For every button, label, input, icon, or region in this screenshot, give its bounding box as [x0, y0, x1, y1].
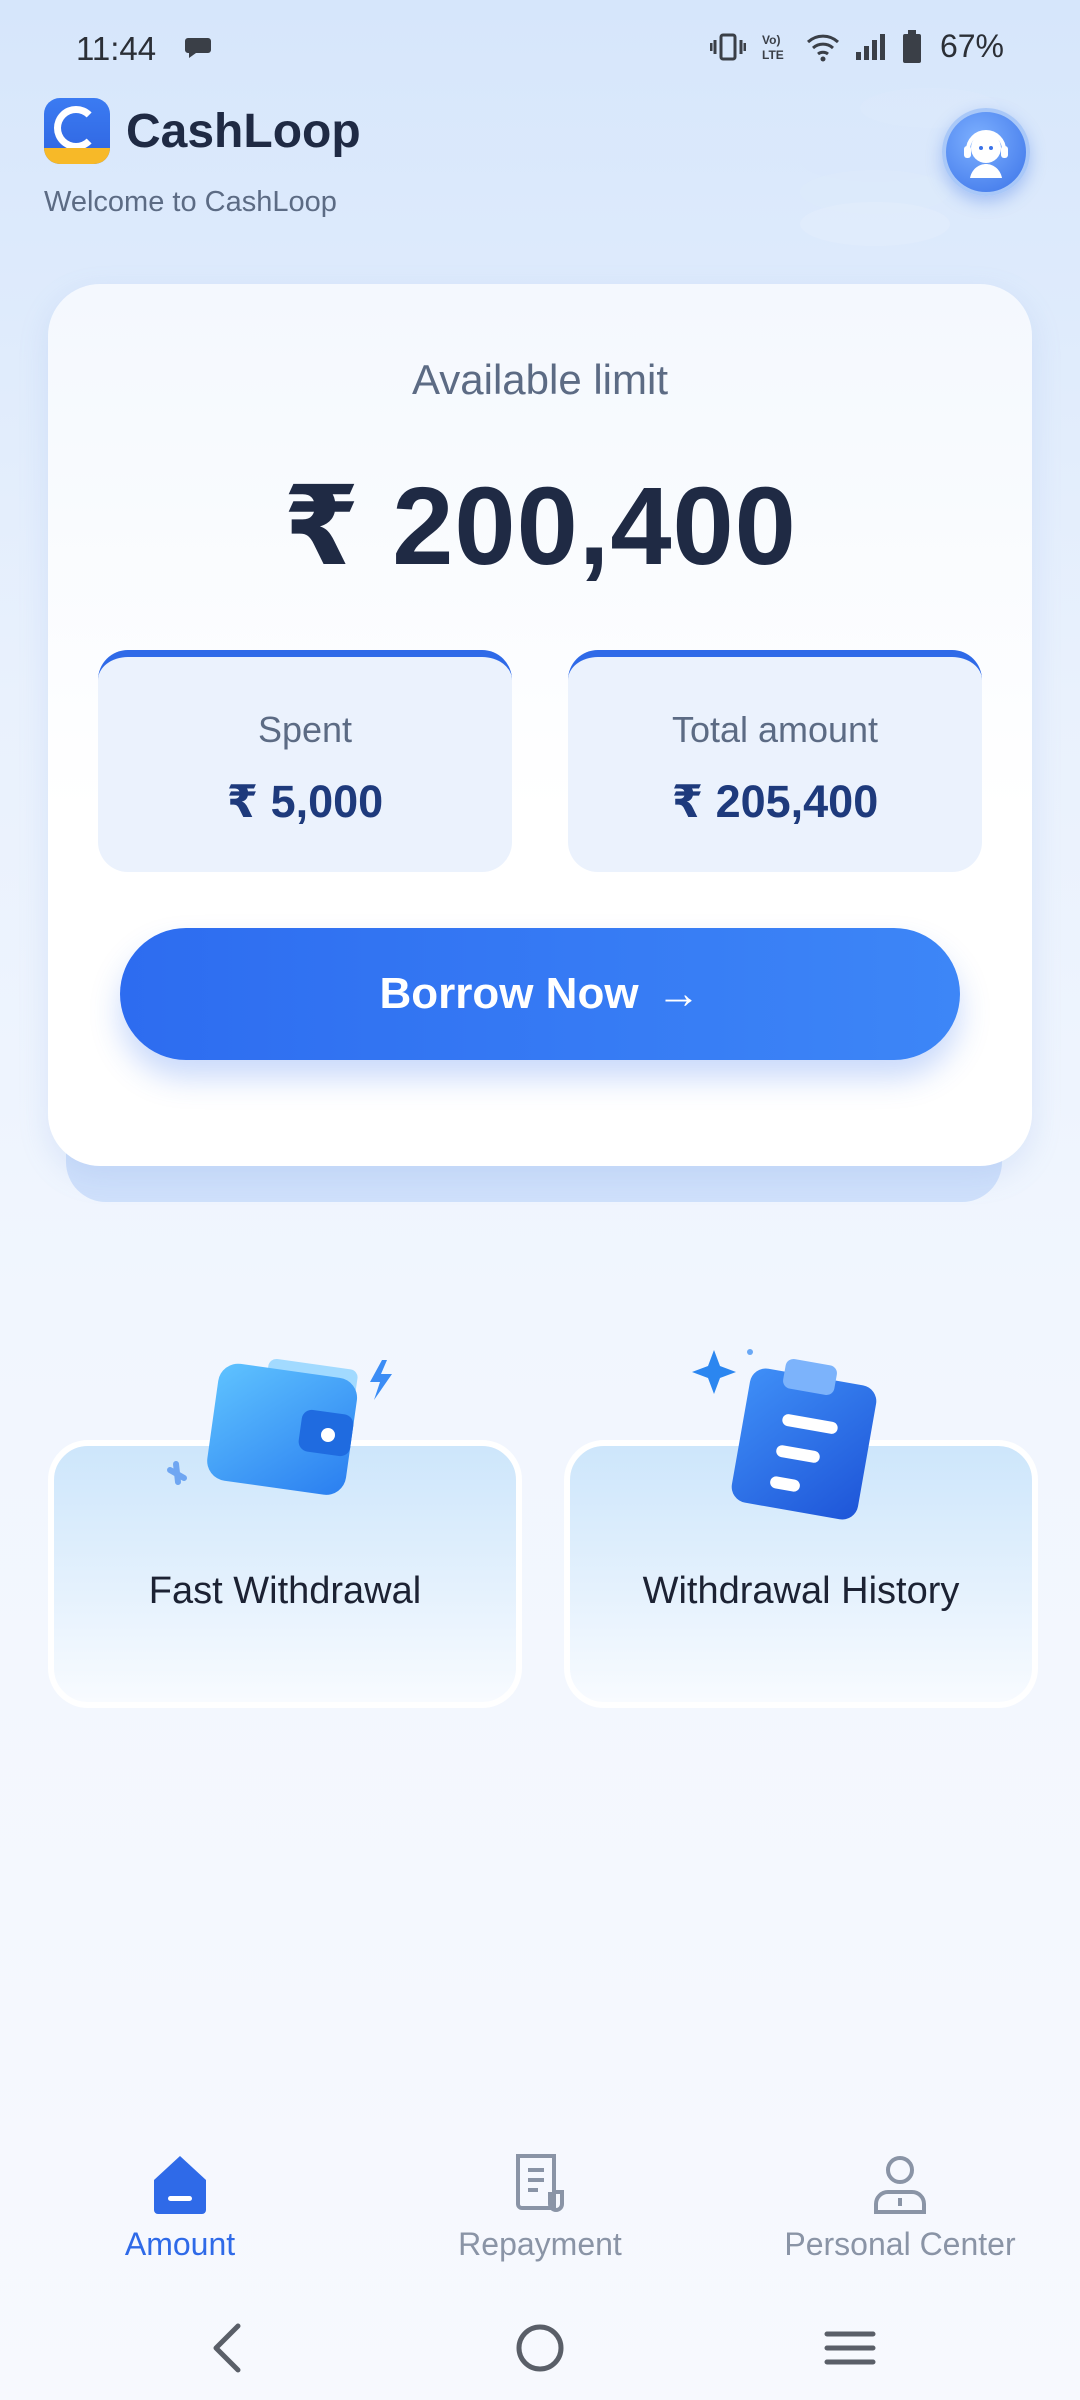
spent-card: Spent ₹ 5,000: [98, 650, 512, 872]
app-title: CashLoop: [126, 105, 361, 158]
spent-label: Spent: [257, 709, 353, 750]
chat-bubble-icon: [185, 38, 211, 58]
available-limit-label: Available limit: [412, 356, 668, 403]
battery-percentage: 67%: [939, 28, 1004, 64]
total-amount-card: Total amount ₹ 205,400: [568, 650, 982, 872]
customer-service-icon: [964, 130, 1008, 178]
borrow-now-button[interactable]: Borrow Now →: [120, 928, 960, 1060]
wifi-icon: [806, 34, 839, 61]
back-button[interactable]: [196, 2316, 260, 2380]
welcome-text: Welcome to CashLoop: [44, 186, 337, 218]
nav-label-personal-center: Personal Center: [784, 2226, 1016, 2262]
withdrawal-history-label: Withdrawal History: [642, 1570, 960, 1612]
app-logo: [44, 98, 110, 164]
nav-label-repayment: Repayment: [458, 2226, 622, 2262]
fast-withdrawal-label: Fast Withdrawal: [148, 1570, 422, 1612]
recents-button[interactable]: [818, 2316, 882, 2380]
customer-service-button[interactable]: [942, 108, 1030, 196]
nav-item-amount[interactable]: Amount: [0, 2130, 360, 2270]
status-time: 11:44: [76, 30, 157, 67]
clipboard-icon: [692, 1349, 877, 1520]
total-amount-label: Total amount: [671, 709, 879, 750]
system-navigation-bar: [0, 2300, 1080, 2400]
spent-value: ₹ 5,000: [226, 776, 384, 827]
menu-icon: [824, 2331, 876, 2365]
bill-icon: [516, 2154, 564, 2212]
battery-icon: [902, 29, 921, 63]
home-button[interactable]: [508, 2316, 572, 2380]
total-amount-value: ₹ 205,400: [671, 776, 879, 827]
back-icon: [213, 2323, 241, 2373]
home-icon: [154, 2156, 206, 2214]
available-limit-card: Available limit ₹ 200,400 Spent ₹ 5,000 …: [48, 284, 1032, 1166]
borrow-now-label: Borrow Now: [379, 969, 639, 1018]
arrow-right-icon: →: [656, 969, 701, 1018]
person-icon: [874, 2156, 926, 2214]
logo-mark-icon: [54, 106, 98, 150]
logo-band: [44, 148, 110, 164]
wallet-icon: [167, 1358, 392, 1495]
vibrate-icon: [709, 33, 746, 60]
signal-icon: [855, 33, 885, 60]
bottom-navigation: Amount Repayment Personal Center: [0, 2130, 1080, 2270]
volte-icon: Vo) LTE: [762, 33, 784, 62]
svg-text:LTE: LTE: [762, 48, 784, 62]
nav-item-repayment[interactable]: Repayment: [360, 2130, 720, 2270]
nav-label-amount: Amount: [124, 2226, 236, 2262]
available-limit-amount: ₹ 200,400: [283, 465, 797, 588]
nav-item-personal-center[interactable]: Personal Center: [720, 2130, 1080, 2270]
status-icons: Vo) LTE 67%: [709, 28, 1004, 65]
home-circle-icon: [516, 2324, 564, 2372]
svg-text:Vo): Vo): [762, 33, 780, 47]
